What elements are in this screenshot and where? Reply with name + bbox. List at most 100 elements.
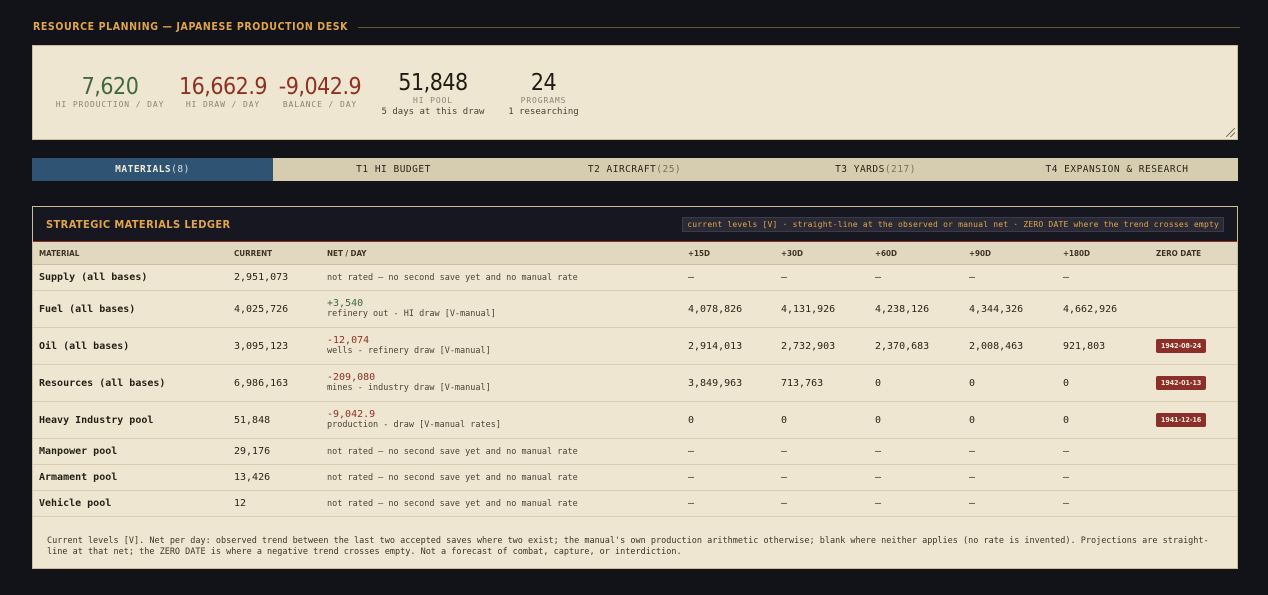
column-header[interactable]: +30D bbox=[775, 242, 869, 265]
material-name: Fuel (all bases) bbox=[33, 290, 228, 328]
zero-date-badge: 1942-01-13 bbox=[1156, 376, 1207, 390]
projection-60d: — bbox=[869, 464, 963, 491]
column-header[interactable]: NET / DAY bbox=[321, 242, 682, 265]
tab-label: MATERIALS bbox=[115, 164, 172, 175]
projection-60d: — bbox=[869, 264, 963, 291]
net-note: production - draw [V-manual rates] bbox=[327, 420, 501, 430]
tab-yards[interactable]: T3 YARDS (217) bbox=[755, 158, 996, 181]
projection-30d: — bbox=[775, 438, 869, 465]
table-row[interactable]: Heavy Industry pool 51,848 -9,042.9 produ… bbox=[33, 401, 1237, 439]
net-note: not rated — no second save yet and no ma… bbox=[327, 446, 578, 457]
column-header[interactable]: MATERIAL bbox=[33, 242, 228, 265]
kpi-sub: 1 researching bbox=[508, 107, 579, 117]
net-note: not rated — no second save yet and no ma… bbox=[327, 498, 578, 509]
projection-90d: 0 bbox=[963, 364, 1057, 402]
net-note: mines - industry draw [V-manual] bbox=[327, 383, 491, 393]
projection-180d: — bbox=[1057, 464, 1150, 491]
material-name: Supply (all bases) bbox=[33, 264, 228, 291]
projection-60d: 2,370,683 bbox=[869, 327, 963, 365]
projection-15d: — bbox=[682, 438, 775, 465]
projection-60d: — bbox=[869, 438, 963, 465]
net-per-day: -9,042.9 bbox=[327, 409, 376, 420]
projection-90d: 2,008,463 bbox=[963, 327, 1057, 365]
tab-hi-budget[interactable]: T1 HI BUDGET bbox=[273, 158, 514, 181]
kpi-label: HI DRAW / DAY bbox=[185, 100, 261, 109]
projection-60d: 0 bbox=[869, 364, 963, 402]
ledger-footnote: Current levels [V]. Net per day: observe… bbox=[47, 536, 1209, 557]
projection-180d: — bbox=[1057, 438, 1150, 465]
projection-60d: 4,238,126 bbox=[869, 290, 963, 328]
section-header: RESOURCE PLANNING — JAPANESE PRODUCTION … bbox=[33, 19, 1240, 35]
kpi-programs: 24 PROGRAMS 1 researching bbox=[501, 68, 586, 118]
column-header[interactable]: ZERO DATE bbox=[1150, 242, 1237, 265]
net-per-day: +3,540 bbox=[327, 298, 364, 309]
kpi-value: 24 bbox=[530, 70, 557, 96]
current-level: 3,095,123 bbox=[228, 327, 321, 365]
net-per-day: -12,074 bbox=[327, 335, 370, 346]
projection-30d: 713,763 bbox=[775, 364, 869, 402]
ledger-table: MATERIAL CURRENT NET / DAY +15D +30D +60… bbox=[33, 242, 1237, 517]
kpi-value: -9,042.9 bbox=[278, 74, 362, 100]
kpi-label: BALANCE / DAY bbox=[282, 100, 358, 109]
column-header[interactable]: +60D bbox=[869, 242, 963, 265]
material-name: Manpower pool bbox=[33, 438, 228, 465]
column-header[interactable]: +90D bbox=[963, 242, 1057, 265]
tab-materials[interactable]: MATERIALS (8) bbox=[32, 158, 273, 181]
projection-180d: 921,803 bbox=[1057, 327, 1150, 365]
column-header[interactable]: +180D bbox=[1057, 242, 1150, 265]
projection-180d: 4,662,926 bbox=[1057, 290, 1150, 328]
projection-180d: — bbox=[1057, 264, 1150, 291]
table-row[interactable]: Fuel (all bases) 4,025,726 +3,540 refiner… bbox=[33, 290, 1237, 328]
projection-90d: 0 bbox=[963, 401, 1057, 439]
net-note: refinery out - HI draw [V-manual] bbox=[327, 309, 496, 319]
projection-30d: — bbox=[775, 264, 869, 291]
projection-15d: 2,914,013 bbox=[682, 327, 775, 365]
table-row[interactable]: Resources (all bases) 6,986,163 -209,080… bbox=[33, 364, 1237, 402]
kpi-hi-pool: 51,848 HI POOL 5 days at this draw bbox=[378, 68, 488, 118]
material-name: Vehicle pool bbox=[33, 490, 228, 517]
table-row[interactable]: Vehicle pool 12 not rated — no second sa… bbox=[33, 490, 1237, 517]
current-level: 4,025,726 bbox=[228, 290, 321, 328]
kpi-value: 51,848 bbox=[398, 70, 468, 96]
tab-count: (25) bbox=[656, 164, 682, 175]
projection-90d: — bbox=[963, 464, 1057, 491]
projection-60d: 0 bbox=[869, 401, 963, 439]
net-note: not rated — no second save yet and no ma… bbox=[327, 272, 578, 283]
projection-15d: — bbox=[682, 264, 775, 291]
column-header[interactable]: +15D bbox=[682, 242, 775, 265]
tab-label: T2 AIRCRAFT bbox=[587, 164, 657, 175]
projection-30d: 2,732,903 bbox=[775, 327, 869, 365]
table-row[interactable]: Armament pool 13,426 not rated — no seco… bbox=[33, 464, 1237, 491]
section-title: RESOURCE PLANNING — JAPANESE PRODUCTION … bbox=[33, 21, 349, 33]
kpi-value: 7,620 bbox=[81, 74, 139, 100]
resize-grip-icon[interactable] bbox=[1226, 128, 1235, 137]
column-header[interactable]: CURRENT bbox=[228, 242, 321, 265]
section-divider bbox=[358, 26, 1240, 28]
current-level: 2,951,073 bbox=[228, 264, 321, 291]
projection-180d: — bbox=[1057, 490, 1150, 517]
projection-30d: — bbox=[775, 464, 869, 491]
kpi-hi-production: 7,620 HI PRODUCTION / DAY bbox=[55, 72, 165, 110]
kpi-label: PROGRAMS bbox=[520, 96, 567, 105]
kpi-label: HI POOL bbox=[412, 96, 453, 105]
kpi-sub: 5 days at this draw bbox=[381, 107, 485, 117]
net-note: wells - refinery draw [V-manual] bbox=[327, 346, 491, 356]
current-level: 6,986,163 bbox=[228, 364, 321, 402]
net-per-day: -209,080 bbox=[327, 372, 376, 383]
projection-180d: 0 bbox=[1057, 364, 1150, 402]
zero-date-badge: 1941-12-16 bbox=[1156, 413, 1207, 427]
table-row[interactable]: Oil (all bases) 3,095,123 -12,074 wells -… bbox=[33, 327, 1237, 365]
projection-90d: — bbox=[963, 264, 1057, 291]
tab-expansion-research[interactable]: T4 EXPANSION & RESEARCH bbox=[996, 158, 1238, 181]
tab-count: (8) bbox=[171, 164, 190, 175]
materials-ledger: STRATEGIC MATERIALS LEDGER current level… bbox=[32, 206, 1238, 569]
table-row[interactable]: Supply (all bases) 2,951,073 not rated —… bbox=[33, 264, 1237, 291]
tab-aircraft[interactable]: T2 AIRCRAFT (25) bbox=[514, 158, 755, 181]
projection-90d: 4,344,326 bbox=[963, 290, 1057, 328]
projection-15d: 3,849,963 bbox=[682, 364, 775, 402]
projection-30d: — bbox=[775, 490, 869, 517]
current-level: 51,848 bbox=[228, 401, 321, 439]
material-name: Resources (all bases) bbox=[33, 364, 228, 402]
projection-60d: — bbox=[869, 490, 963, 517]
table-row[interactable]: Manpower pool 29,176 not rated — no seco… bbox=[33, 438, 1237, 465]
